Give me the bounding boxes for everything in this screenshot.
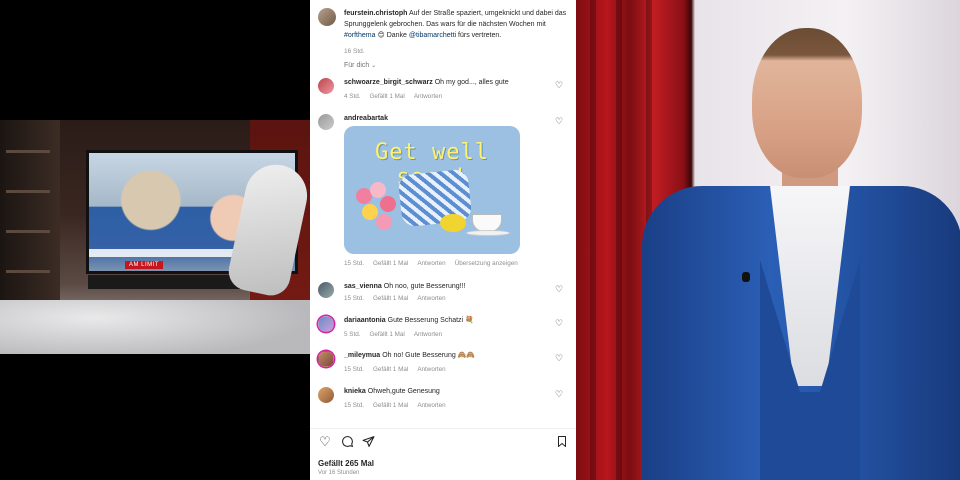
avatar[interactable] <box>318 282 334 298</box>
heart-icon[interactable]: ♡ <box>318 435 332 449</box>
comment-text: andreabartak <box>344 114 556 124</box>
heart-icon[interactable]: ♡ <box>554 80 564 90</box>
heart-icon[interactable]: ♡ <box>554 318 564 328</box>
share-icon[interactable] <box>361 435 375 449</box>
reply-button[interactable]: Antworten <box>417 260 445 267</box>
caption-body-3: fürs vertreten. <box>456 32 502 39</box>
avatar[interactable] <box>318 316 334 332</box>
comment-likes[interactable]: Gefällt 1 Mal <box>373 295 408 302</box>
avatar[interactable] <box>318 78 334 94</box>
blanket <box>0 300 310 354</box>
get-well-soon-gif[interactable]: Get well soon! <box>344 126 520 254</box>
heart-icon[interactable]: ♡ <box>554 353 564 363</box>
caption-username[interactable]: feurstein.christoph <box>344 10 407 17</box>
chevron-down-icon: ⌄ <box>371 63 377 69</box>
reply-button[interactable]: Antworten <box>417 366 445 373</box>
comment-item: andreabartak Get well soon! 15 Std. Gefäl… <box>318 114 568 274</box>
comment-likes[interactable]: Gefällt 1 Mal <box>369 93 404 100</box>
instagram-comments-panel: feurstein.christoph Auf der Straße spazi… <box>310 0 576 480</box>
comment-time: 15 Std. <box>344 402 364 409</box>
host-head <box>752 28 862 178</box>
comment-meta: 15 Std. Gefällt 1 Mal Antworten <box>344 295 455 302</box>
comment-likes[interactable]: Gefällt 1 Mal <box>373 402 408 409</box>
tv-host-photo <box>642 10 960 480</box>
caption-time: 16 Std. <box>344 48 365 55</box>
avatar[interactable] <box>318 387 334 403</box>
saucer <box>466 230 510 236</box>
comment-body: Gute Besserung Schatzi 💐 <box>387 317 474 324</box>
reply-button[interactable]: Antworten <box>417 402 445 409</box>
caption-body-2: 😊 Danke <box>375 32 409 39</box>
tv-room-photo: AM LIMIT <box>0 120 310 354</box>
comment-meta: 15 Std. Gefällt 1 Mal Antworten <box>344 402 455 409</box>
comment-username[interactable]: dariaantonia <box>344 317 386 324</box>
avatar[interactable] <box>318 8 336 26</box>
tv-stand <box>88 275 240 289</box>
lapel-mic <box>742 272 750 282</box>
comment-likes[interactable]: Gefällt 1 Mal <box>369 331 404 338</box>
comment-time: 4 Std. <box>344 93 361 100</box>
comment-body: Oh noo, gute Besserung!!! <box>383 283 466 290</box>
comment-text: schwoarze_birgit_schwarz Oh my god..., al… <box>344 78 556 88</box>
heart-icon[interactable]: ♡ <box>554 284 564 294</box>
comment-body: Ohweh,gute Genesung <box>367 388 440 395</box>
reply-button[interactable]: Antworten <box>417 295 445 302</box>
comment-text: sas_vienna Oh noo, gute Besserung!!! <box>344 282 556 292</box>
comment-time: 5 Std. <box>344 331 361 338</box>
comment-time: 15 Std. <box>344 295 364 302</box>
comment-username[interactable]: andreabartak <box>344 115 388 122</box>
comment-username[interactable]: knieka <box>344 388 366 395</box>
flower-bouquet <box>356 182 402 236</box>
comment-meta: 15 Std. Gefällt 1 Mal Antworten <box>344 366 455 373</box>
comment-likes[interactable]: Gefällt 1 Mal <box>373 260 408 267</box>
comment-text: _mileymua Oh no! Gute Besserung 🙈🙈 <box>344 351 556 361</box>
reply-button[interactable]: Antworten <box>414 93 442 100</box>
comment-meta: 4 Std. Gefällt 1 Mal Antworten <box>344 93 451 100</box>
comment-time: 15 Std. <box>344 366 364 373</box>
translate-button[interactable]: Übersetzung anzeigen <box>455 260 518 267</box>
comment-likes[interactable]: Gefällt 1 Mal <box>373 366 408 373</box>
lemon <box>440 214 466 232</box>
post-action-bar: ♡ Gefällt 265 Mal Vor 16 Stunden <box>310 428 576 480</box>
left-photo-pane: AM LIMIT <box>0 0 310 480</box>
like-count[interactable]: Gefällt 265 Mal <box>318 459 374 468</box>
caption-text: feurstein.christoph Auf der Straße spazi… <box>344 8 570 41</box>
comment-text: dariaantonia Gute Besserung Schatzi 💐 <box>344 316 556 326</box>
comment-username[interactable]: schwoarze_birgit_schwarz <box>344 79 433 86</box>
bookmark-icon[interactable] <box>555 435 569 449</box>
comment-username[interactable]: sas_vienna <box>344 283 382 290</box>
comment-time: 15 Std. <box>344 260 364 267</box>
post-timestamp: Vor 16 Stunden <box>318 470 360 476</box>
comment-body: Oh no! Gute Besserung 🙈🙈 <box>382 352 476 359</box>
comment-text: knieka Ohweh,gute Genesung <box>344 387 556 397</box>
avatar[interactable] <box>318 351 334 367</box>
comment-body: Oh my god..., alles gute <box>434 79 509 86</box>
tv-show-logo: AM LIMIT <box>125 261 164 269</box>
comment-username[interactable]: _mileymua <box>344 352 380 359</box>
right-photo-pane <box>576 0 960 480</box>
heart-icon[interactable]: ♡ <box>554 389 564 399</box>
comment-icon[interactable] <box>340 435 354 449</box>
hashtag-link[interactable]: #orfthema <box>344 32 376 39</box>
avatar[interactable] <box>318 114 334 130</box>
for-you-sort-toggle[interactable]: Für dich ⌄ <box>344 62 376 69</box>
for-you-label: Für dich <box>344 62 370 69</box>
comment-meta: 5 Std. Gefällt 1 Mal Antworten <box>344 331 451 338</box>
comment-meta: 15 Std. Gefällt 1 Mal Antworten Übersetzung… <box>344 260 527 267</box>
heart-icon[interactable]: ♡ <box>554 116 564 126</box>
mention-link[interactable]: @tibamarchetti <box>409 32 456 39</box>
reply-button[interactable]: Antworten <box>414 331 442 338</box>
